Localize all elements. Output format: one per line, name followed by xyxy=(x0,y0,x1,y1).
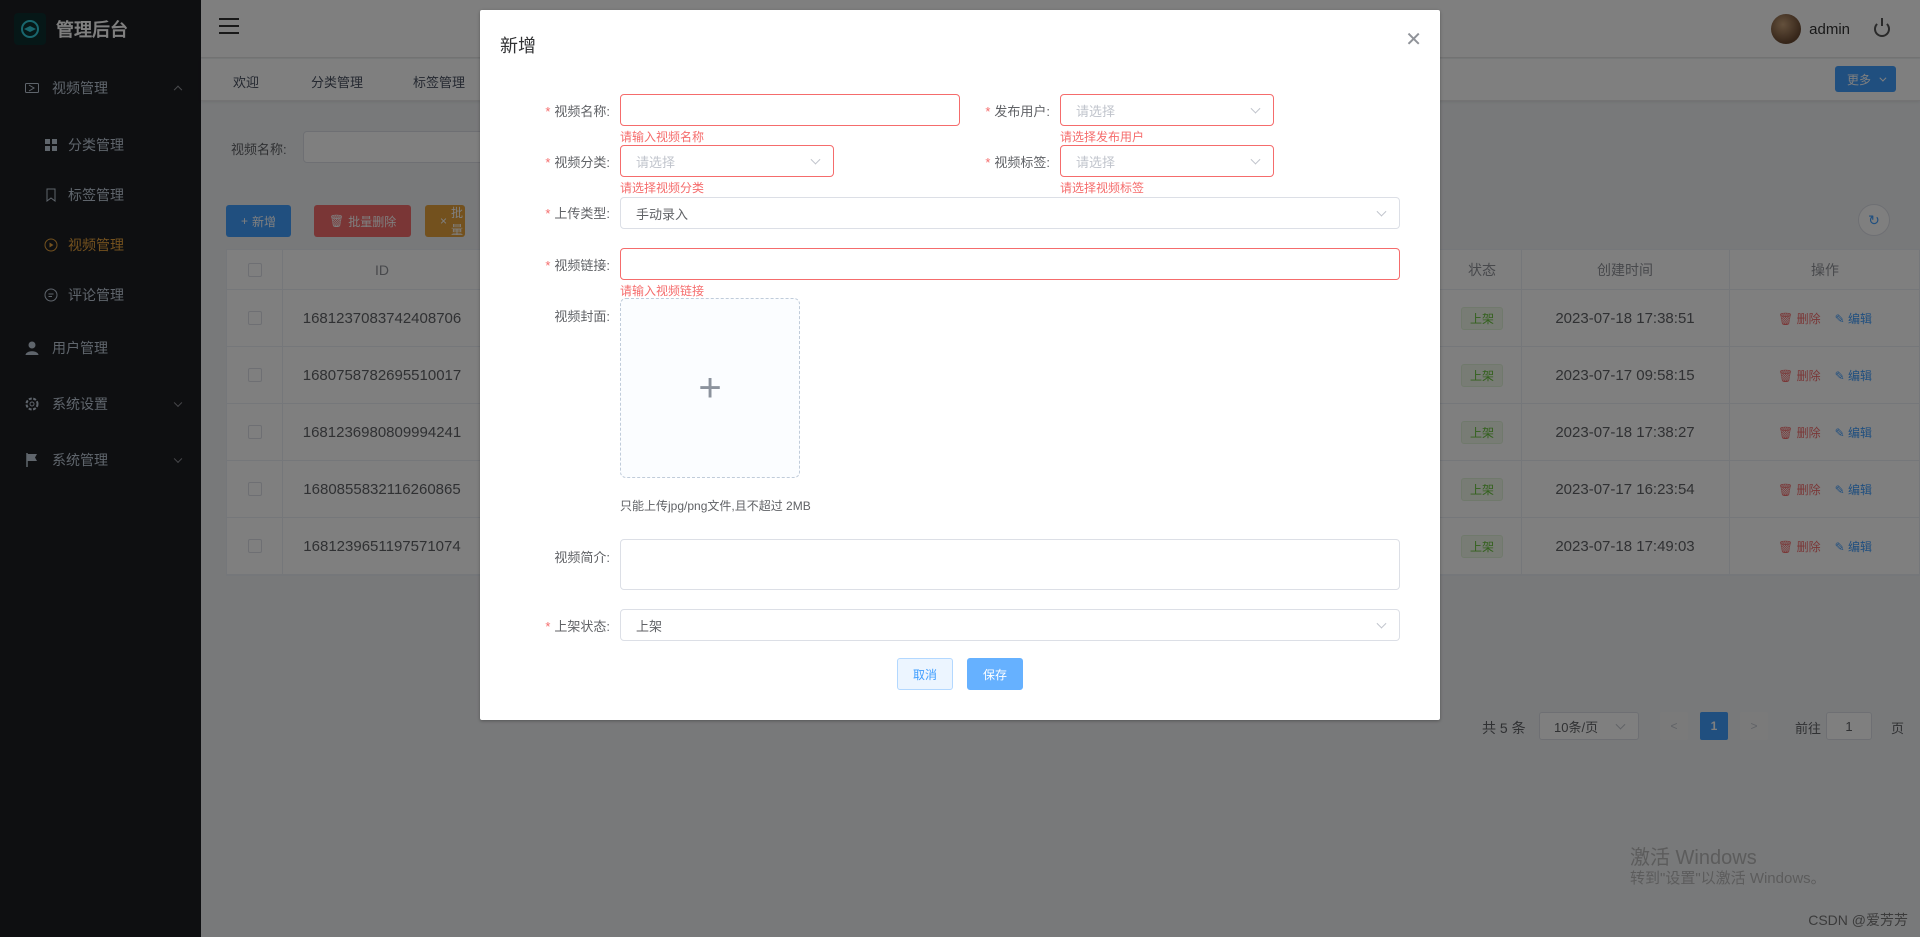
video-intro-textarea[interactable] xyxy=(620,539,1400,590)
video-link-label: * 视频链接: xyxy=(545,258,610,273)
chevron-down-icon xyxy=(1376,618,1387,629)
video-cover-label: 视频封面: xyxy=(554,309,610,324)
select-placeholder: 请选择 xyxy=(1076,154,1116,170)
add-video-dialog: 新增 ✕ * 视频名称: 请输入视频名称 * 发布用户: 请选择 请选择发布用户 *… xyxy=(480,10,1440,720)
video-category-select[interactable]: 请选择 xyxy=(620,145,834,177)
chevron-down-icon xyxy=(1250,103,1261,114)
publish-user-label: * 发布用户: xyxy=(985,104,1050,119)
upload-type-label: * 上传类型: xyxy=(545,206,610,221)
video-category-error: 请选择视频分类 xyxy=(620,181,705,195)
save-button[interactable]: 保存 xyxy=(967,658,1024,690)
video-intro-label: 视频简介: xyxy=(554,550,610,565)
select-value: 手动录入 xyxy=(636,206,689,222)
video-tag-error: 请选择视频标签 xyxy=(1060,181,1145,195)
video-name-input[interactable] xyxy=(620,94,960,126)
video-link-input[interactable] xyxy=(620,248,1400,280)
dialog-title: 新增 xyxy=(500,36,536,56)
video-link-error: 请输入视频链接 xyxy=(620,284,705,298)
publish-user-error: 请选择发布用户 xyxy=(1060,130,1145,144)
publish-user-select[interactable]: 请选择 xyxy=(1060,94,1274,126)
upload-type-select[interactable]: 手动录入 xyxy=(620,197,1400,229)
upload-tip: 只能上传jpg/png文件,且不超过 2MB xyxy=(620,499,811,513)
video-tag-select[interactable]: 请选择 xyxy=(1060,145,1274,177)
close-icon[interactable]: ✕ xyxy=(1405,30,1422,50)
video-category-label: * 视频分类: xyxy=(545,155,610,170)
select-value: 上架 xyxy=(636,618,663,634)
video-name-label: * 视频名称: xyxy=(545,104,610,119)
cancel-button[interactable]: 取消 xyxy=(897,658,954,690)
plus-icon: + xyxy=(698,365,722,410)
chevron-down-icon xyxy=(810,154,821,165)
shelf-status-select[interactable]: 上架 xyxy=(620,609,1400,641)
shelf-status-label: * 上架状态: xyxy=(545,619,610,634)
chevron-down-icon xyxy=(1376,206,1387,217)
cover-upload-box[interactable]: + xyxy=(620,298,800,478)
select-placeholder: 请选择 xyxy=(1076,103,1116,119)
video-name-error: 请输入视频名称 xyxy=(620,130,705,144)
video-tag-label: * 视频标签: xyxy=(985,155,1050,170)
chevron-down-icon xyxy=(1250,154,1261,165)
select-placeholder: 请选择 xyxy=(636,154,676,170)
